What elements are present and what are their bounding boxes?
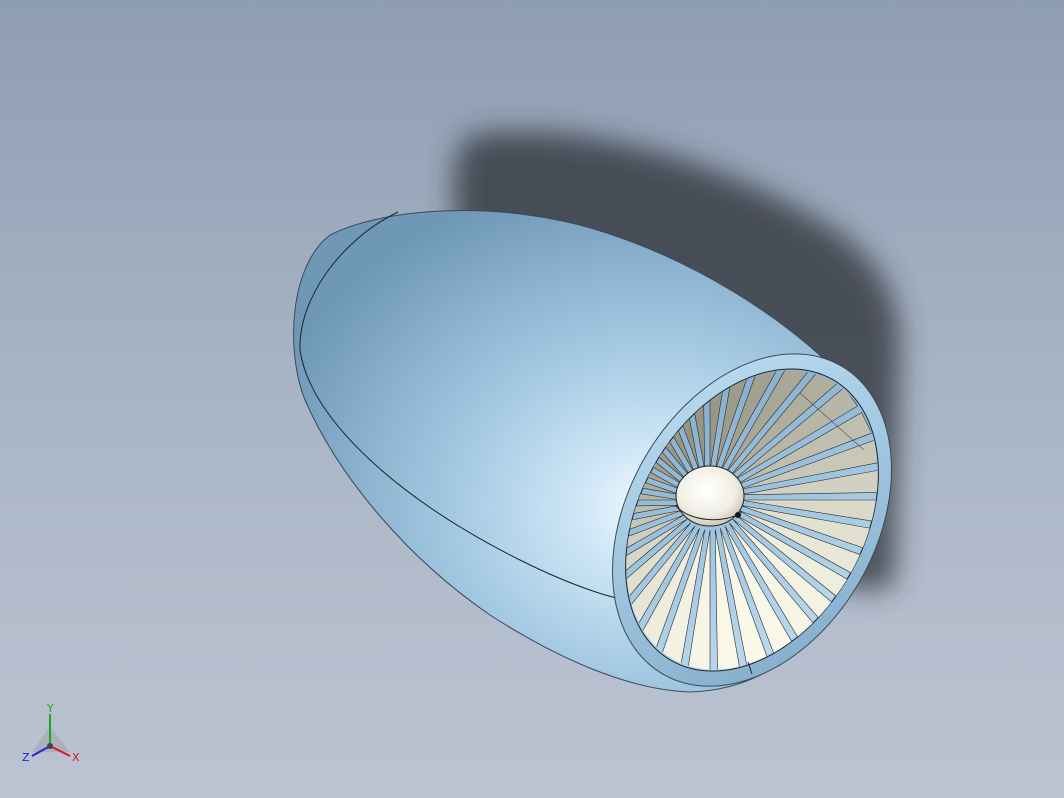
model-viewport[interactable] — [0, 0, 1064, 798]
x-axis-label: X — [72, 751, 80, 764]
z-axis-label: Z — [22, 751, 30, 764]
y-axis-label: Y — [46, 702, 54, 715]
spinner-cone[interactable] — [675, 465, 745, 527]
axis-triad[interactable]: Y X Z — [18, 700, 90, 772]
triad-origin-icon — [47, 743, 53, 749]
